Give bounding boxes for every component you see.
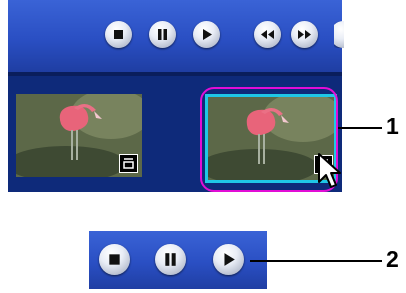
pause-icon [158, 29, 167, 40]
play-button[interactable] [213, 244, 244, 275]
pause-button[interactable] [149, 21, 176, 48]
fast-forward-button[interactable] [291, 21, 318, 48]
stop-icon [114, 30, 123, 39]
fast-forward-icon [298, 30, 311, 39]
rewind-button[interactable] [254, 21, 281, 48]
stop-button[interactable] [99, 244, 130, 275]
play-icon [224, 253, 235, 266]
rewind-icon [261, 30, 274, 39]
callout-2-leader [250, 260, 382, 262]
playback-controls-detail [89, 231, 267, 289]
stop-icon [109, 254, 120, 265]
callout-2-label: 2 [386, 246, 399, 272]
play-button[interactable] [193, 21, 220, 48]
playback-toolbar [8, 0, 342, 72]
more-controls-edge [334, 21, 344, 48]
pause-icon [165, 253, 176, 266]
partial-button[interactable] [334, 21, 344, 48]
pause-button[interactable] [155, 244, 186, 275]
stop-button[interactable] [105, 21, 132, 48]
multiview-icon [123, 158, 134, 169]
multiview-badge [119, 154, 138, 173]
mouse-pointer-icon [318, 153, 341, 188]
callout-1-leader [338, 127, 382, 129]
video-thumbnail-1[interactable] [16, 94, 142, 177]
play-icon [203, 29, 212, 40]
callout-1-label: 1 [386, 113, 399, 139]
toolbar-divider [8, 72, 342, 76]
